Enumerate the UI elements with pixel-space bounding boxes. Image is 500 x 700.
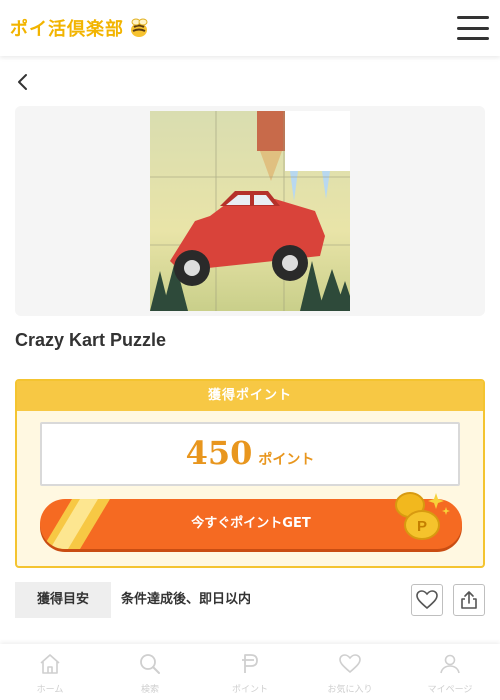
bottom-tab-bar: ホーム 検索 ポイント お気に入り マイページ — [0, 644, 500, 700]
favorite-button[interactable] — [411, 584, 443, 616]
points-value: 450 — [185, 434, 253, 472]
tab-points[interactable]: ポイント — [200, 644, 300, 700]
heart-icon — [339, 654, 361, 674]
tab-label-mypage: マイページ — [427, 685, 473, 695]
search-icon — [140, 654, 160, 674]
tab-home[interactable]: ホーム — [0, 644, 100, 700]
tab-label-home: ホーム — [36, 685, 64, 695]
coins-icon: P — [395, 492, 450, 540]
logo-text: ポイ活倶楽部 — [10, 19, 124, 40]
tab-favorites[interactable]: お気に入り — [300, 644, 400, 700]
points-panel: 獲得ポイント 450 ポイント 今すぐポイントGET P — [15, 379, 485, 568]
point-icon — [242, 654, 258, 673]
tab-label-favorites: お気に入り — [327, 685, 373, 695]
site-logo[interactable]: ポイ活倶楽部 — [10, 15, 150, 41]
tab-mypage[interactable]: マイページ — [400, 644, 500, 700]
game-title: Crazy Kart Puzzle — [15, 330, 167, 350]
user-icon — [440, 654, 460, 674]
tab-search[interactable]: 検索 — [100, 644, 200, 700]
share-button[interactable] — [453, 584, 485, 616]
share-icon — [461, 591, 477, 609]
red-car-puzzle-image — [150, 111, 350, 311]
estimate-label: 獲得目安 — [15, 582, 111, 618]
app-header: ポイ活倶楽部 — [0, 0, 500, 56]
tab-label-search: 検索 — [140, 685, 159, 695]
svg-text:P: P — [417, 518, 427, 535]
hamburger-menu-icon[interactable] — [457, 16, 489, 40]
chevron-left-icon[interactable] — [14, 72, 34, 92]
points-unit: ポイント — [258, 452, 315, 468]
home-icon — [40, 654, 60, 674]
bee-icon — [131, 18, 148, 37]
game-banner — [15, 106, 485, 316]
tab-label-points: ポイント — [231, 685, 268, 695]
points-header: 獲得ポイント — [17, 381, 483, 411]
estimate-value: 条件達成後、即日以内 — [121, 592, 252, 607]
heart-icon — [416, 590, 438, 610]
estimate-row: 獲得目安 条件達成後、即日以内 — [15, 582, 485, 618]
points-value-box: 450 ポイント — [40, 422, 460, 486]
